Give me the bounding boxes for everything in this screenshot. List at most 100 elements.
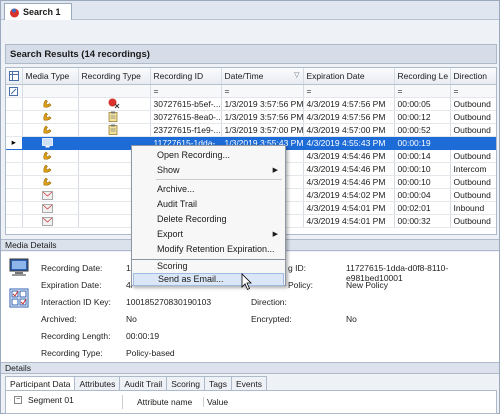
media-type-cell [22,123,79,137]
row-indicator [6,214,23,228]
recording-id-cell: 30727615-8ea0-... [150,110,222,124]
row-indicator [6,201,23,215]
menu-item-send-as-email[interactable]: Send as Email... [133,273,284,286]
direction-cell: Outbound [450,123,496,137]
row-indicator [6,175,23,189]
media-type-cell [22,162,79,176]
screen-recording-icon [108,98,119,109]
menu-item-archive[interactable]: Archive... [133,183,284,196]
media-type-cell [22,149,79,163]
media-type-cell [22,136,79,150]
media-type-cell [22,110,79,124]
direction-cell: Outbound [450,110,496,124]
row-indicator: ▸ [6,136,23,150]
menu-item-modify-retention[interactable]: Modify Retention Expiration... [133,243,284,256]
tab-attributes[interactable]: Attributes [74,376,121,391]
archived-label: Archived: [41,314,77,324]
policy-label: Policy: [288,280,314,290]
encrypted-value: No [346,314,357,324]
column-header-recording-length[interactable]: Recording Le [394,68,451,85]
filter-cell[interactable]: = [303,84,395,98]
menu-item-export[interactable]: Export ▶ [133,228,284,241]
submenu-arrow-icon: ▶ [272,231,278,238]
recording-type-cell [78,110,151,124]
search-app-icon [10,8,19,17]
computer-media-icon [9,258,29,276]
expiration-date-cell: 4/3/2019 4:57:56 PM [303,97,395,111]
filter-row-icon [6,84,23,98]
column-header-recording-type[interactable]: Recording Type [78,68,151,85]
media-type-cell [22,214,79,228]
direction-cell: Inbound [450,201,496,215]
row-indicator [6,188,23,202]
menu-item-scoring[interactable]: Scoring [133,260,284,273]
column-header-expiration-date[interactable]: Expiration Date [303,68,395,85]
phone-icon [42,151,51,160]
filter-cell[interactable] [22,84,79,98]
filter-icon [9,86,19,96]
menu-item-audit-trail[interactable]: Audit Trail [133,198,284,211]
tree-item-segment[interactable]: Segment 01 [28,395,74,405]
attribute-name-column[interactable]: Attribute name [137,397,192,407]
filter-cell[interactable]: = [394,84,451,98]
row-indicator [6,110,23,124]
table-row[interactable]: 30727615-b5ef-... 1/3/2019 3:57:56 PM 4/… [6,97,496,111]
participant-data-pane: − Segment 01 Attribute name Value [5,390,497,414]
column-header-media-type[interactable]: Media Type [22,68,79,85]
recording-length-cell: 00:00:10 [394,162,451,176]
filter-cell[interactable] [78,84,151,98]
filter-equals-icon: = [306,85,312,96]
menu-item-open-recording[interactable]: Open Recording... [133,149,284,162]
mouse-pointer-icon [241,273,252,291]
tab-search-1[interactable]: Search 1 [4,3,72,20]
filter-row[interactable]: = = = = = [6,84,496,98]
archived-value: No [126,314,137,324]
column-chooser-icon [8,71,19,82]
media-details-title: Media Details [5,240,57,250]
interaction-id-value: 1001852708301901​03 [126,297,212,307]
date-time-header-label: Date/Time [224,70,264,81]
recording-length-cell: 00:00:52 [394,123,451,137]
tab-tags[interactable]: Tags [204,376,232,391]
column-header-recording-id[interactable]: Recording ID [150,68,222,85]
filter-cell[interactable]: = [150,84,222,98]
tab-events[interactable]: Events [230,376,267,391]
direction-cell: Outbound [450,149,496,163]
row-indicator [6,149,23,163]
filter-equals-icon: = [453,85,459,96]
attribute-value-column[interactable]: Value [203,397,228,407]
direction-cell: Intercom [450,162,496,176]
media-type-cell [22,97,79,111]
recording-type-label: Recording Type: [41,348,103,358]
recording-length-cell: 00:00:04 [394,188,451,202]
recording-length-cell: 00:00:12 [394,110,451,124]
filter-equals-icon: = [224,85,230,96]
date-time-cell: 1/3/2019 3:57:56 PM [221,110,304,124]
media-type-cell [22,201,79,215]
tab-participant-data[interactable]: Participant Data [5,376,76,391]
recording-length-cell: 00:00:10 [394,175,451,189]
expiration-date-cell: 4/3/2019 4:54:46 PM [303,149,395,163]
filter-cell[interactable]: = [450,84,496,98]
filter-cell[interactable]: = [221,84,304,98]
column-header-direction[interactable]: Direction [450,68,496,85]
table-row[interactable]: 30727615-8ea0-... 1/3/2019 3:57:56 PM 4/… [6,110,496,124]
tree-collapse-icon[interactable]: − [14,396,22,404]
phone-icon [42,125,51,134]
direction-cell [450,136,496,150]
expiration-date-cell: 4/3/2019 4:55:43 PM [303,136,395,150]
email-media-icon [41,203,53,213]
menu-item-show-label: Show [157,165,180,175]
menu-item-delete-recording[interactable]: Delete Recording [133,213,284,226]
column-header-date-time[interactable]: Date/Time ▽ [221,68,304,85]
email-media-icon [41,216,53,226]
recording-type-cell [78,97,151,111]
tab-audit-trail[interactable]: Audit Trail [119,376,168,391]
details-tab-bar: Participant Data Attributes Audit Trail … [5,376,267,391]
tab-scoring[interactable]: Scoring [166,376,206,391]
table-row[interactable]: 23727615-f1e9-... 1/3/2019 3:57:00 PM 4/… [6,123,496,137]
menu-item-show[interactable]: Show ▶ [133,164,284,177]
row-selector-header[interactable] [6,68,23,85]
phone-icon [42,99,51,108]
phone-icon [42,177,51,186]
